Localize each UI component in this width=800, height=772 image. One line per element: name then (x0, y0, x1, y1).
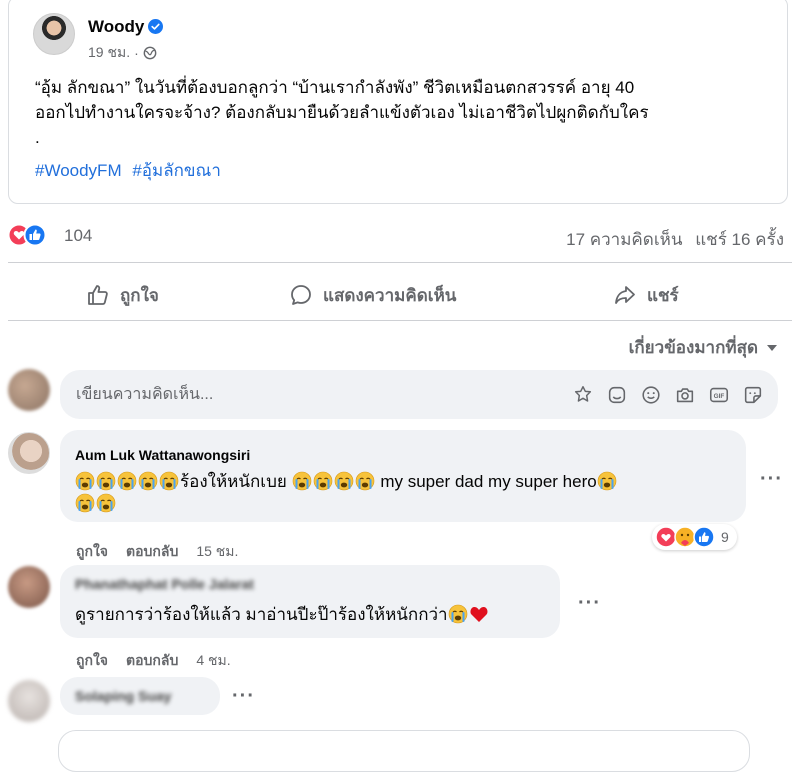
crying-emoji-icon (138, 471, 158, 491)
crying-emoji-icon (292, 471, 311, 491)
comment-actions: ถูกใจ ตอบกลับ 4 ชม. (76, 650, 231, 672)
like-button[interactable]: ถูกใจ (86, 278, 159, 312)
commenter-avatar[interactable] (8, 566, 50, 608)
post-meta: 19 ชม. · (88, 42, 157, 64)
like-label: ถูกใจ (120, 285, 159, 305)
heart-icon (470, 607, 488, 622)
gif-icon[interactable]: GIF (708, 384, 730, 406)
comment-like-button[interactable]: ถูกใจ (76, 650, 108, 672)
my-avatar[interactable] (8, 369, 50, 411)
crying-emoji-icon (313, 471, 332, 491)
comment-text: ดูรายการว่าร้องให้แล้ว มาอ่านปีะป๊าร้องใ… (75, 604, 489, 626)
post-line: “อุ้ม ลักขณา” ในวันที่ต้องบอกลูกว่า “บ้า… (35, 78, 635, 97)
post-line: ออกไปทำงานใครจะจ้าง? ต้องกลับมายืนด้วยลำ… (35, 103, 649, 122)
crying-emoji-icon (96, 471, 116, 491)
comment-button[interactable]: แสดงความคิดเห็น (289, 278, 456, 312)
comment-reactions[interactable]: 9 (652, 524, 737, 550)
author-avatar[interactable] (33, 13, 75, 55)
like-reaction-icon (693, 526, 715, 548)
camera-icon[interactable] (674, 384, 696, 406)
post-line: . (35, 128, 40, 147)
emoji-group (75, 493, 117, 513)
author-name[interactable]: Woody (88, 17, 144, 37)
globe-icon (143, 46, 157, 60)
divider (8, 262, 792, 263)
comment-more-button[interactable]: ··· (760, 468, 783, 491)
crying-emoji-icon (96, 493, 116, 513)
sort-label: เกี่ยวข้องมากที่สุด (628, 338, 758, 357)
comment-sort-dropdown[interactable]: เกี่ยวข้องมากที่สุด (629, 334, 778, 361)
hashtag-link[interactable]: #อุ้มลักขณา (132, 161, 221, 180)
commenter-avatar[interactable] (8, 432, 50, 474)
sticker-smile-icon[interactable] (742, 384, 764, 406)
share-count[interactable]: แชร์ 16 ครั้ง (695, 230, 784, 249)
comment-composer[interactable]: เขียนความคิดเห็น... GIF (60, 370, 778, 419)
crying-emoji-icon (117, 471, 137, 491)
comment-reply-button[interactable]: ตอบกลับ (126, 541, 178, 563)
comment-text-a: ร้องให้หนักเบย (180, 472, 287, 491)
hashtags: #WoodyFM #อุ้มลักขณา (35, 157, 227, 184)
crying-emoji-icon (355, 471, 374, 491)
avatar-sticker-icon[interactable] (572, 384, 594, 406)
share-button[interactable]: แชร์ (613, 278, 679, 312)
comment-text: ร้องให้หนักเบย my super dad my super her… (75, 471, 735, 515)
comment-count[interactable]: 17 ความคิดเห็น (566, 230, 682, 249)
like-reaction-icon (23, 223, 47, 247)
comment-label: แสดงความคิดเห็น (323, 285, 457, 305)
caret-down-icon (767, 344, 777, 351)
care-reaction-icon (674, 526, 696, 548)
post-card: Woody 19 ชม. · “อุ้ม ลักขณา” ในวันที่ต้อ… (8, 0, 788, 204)
post-time[interactable]: 19 ชม. (88, 42, 130, 64)
comment-like-button[interactable]: ถูกใจ (76, 541, 108, 563)
commenter-name[interactable]: Phanathaphat Polle Jalarat (75, 576, 254, 592)
emoji-group (75, 471, 180, 491)
post-text: “อุ้ม ลักขณา” ในวันที่ต้องบอกลูกว่า “บ้า… (35, 75, 775, 150)
crying-emoji-icon (448, 604, 467, 624)
crying-emoji-icon (75, 493, 95, 513)
comment-more-button[interactable]: ··· (232, 685, 255, 708)
svg-text:GIF: GIF (714, 393, 725, 400)
sticker-icon[interactable] (606, 384, 628, 406)
commenter-name[interactable]: Aum Luk Wattanawongsiri (75, 447, 250, 463)
comment-bubble: Solaping Suay (60, 677, 220, 715)
meta-separator: · (134, 45, 139, 61)
comment-bubble: Phanathaphat Polle Jalarat ดูรายการว่าร้… (60, 565, 560, 638)
reaction-count[interactable]: 104 (64, 226, 92, 246)
emoji-icon[interactable] (640, 384, 662, 406)
commenter-name[interactable]: Solaping Suay (75, 688, 171, 704)
reply-composer[interactable] (58, 730, 750, 772)
comment-more-button[interactable]: ··· (578, 592, 601, 615)
crying-emoji-icon (159, 471, 179, 491)
verified-icon (148, 19, 163, 34)
comment-time[interactable]: 15 ชม. (196, 541, 238, 563)
comment-input[interactable]: เขียนความคิดเห็น... (76, 382, 572, 407)
commenter-avatar[interactable] (8, 680, 50, 722)
emoji-group (292, 471, 376, 491)
crying-emoji-icon (334, 471, 353, 491)
comment-reaction-count: 9 (721, 529, 729, 545)
emoji-group (448, 604, 469, 624)
reaction-icons[interactable] (7, 223, 59, 247)
share-label: แชร์ (647, 285, 679, 305)
share-icon (615, 286, 635, 304)
engagement-stats: 17 ความคิดเห็น แชร์ 16 ครั้ง (558, 226, 784, 253)
composer-icons: GIF (572, 384, 764, 406)
comment-bubble: Aum Luk Wattanawongsiri ร้องให้หนักเบย m… (60, 430, 746, 522)
comment-time[interactable]: 4 ชม. (196, 650, 230, 672)
emoji-group (597, 471, 618, 491)
like-icon (88, 285, 108, 305)
hashtag-link[interactable]: #WoodyFM (35, 161, 122, 180)
reaction-stack (655, 526, 715, 548)
comment-text-body: ดูรายการว่าร้องให้แล้ว มาอ่านปีะป๊าร้องใ… (75, 605, 448, 624)
crying-emoji-icon (597, 471, 617, 491)
comment-actions: ถูกใจ ตอบกลับ 15 ชม. (76, 541, 238, 563)
comment-reply-button[interactable]: ตอบกลับ (126, 650, 178, 672)
divider (8, 320, 792, 321)
love-reaction-icon (655, 526, 677, 548)
comment-text-b: my super dad my super hero (380, 472, 597, 491)
crying-emoji-icon (75, 471, 95, 491)
comment-icon (291, 285, 311, 305)
